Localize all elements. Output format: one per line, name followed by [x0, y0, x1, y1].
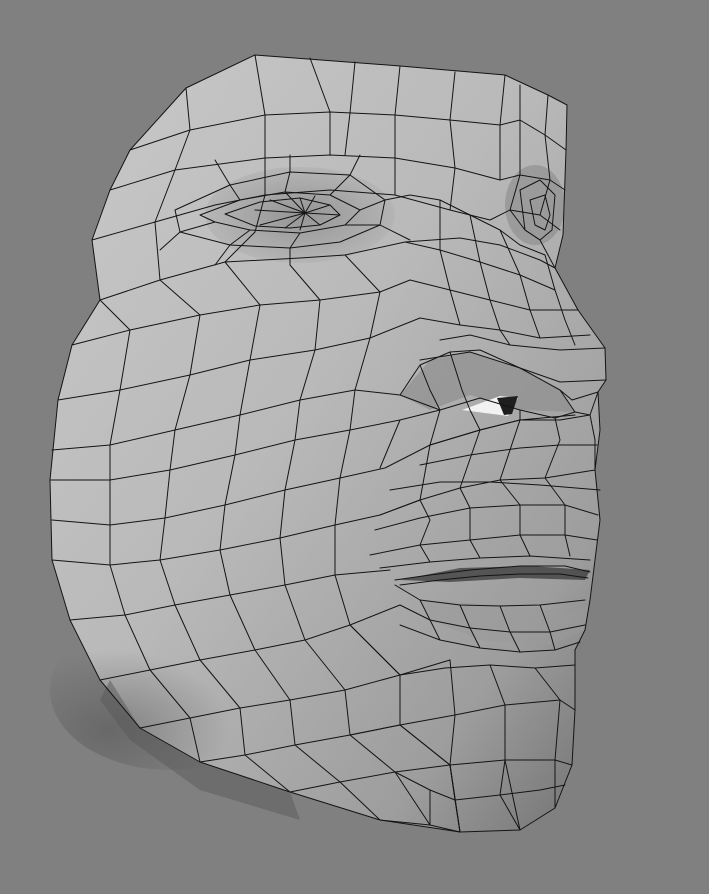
eye-socket: [205, 167, 395, 263]
cheek-shadow: [50, 610, 290, 770]
3d-viewport[interactable]: [0, 0, 709, 894]
head-mesh-model[interactable]: [0, 0, 709, 894]
